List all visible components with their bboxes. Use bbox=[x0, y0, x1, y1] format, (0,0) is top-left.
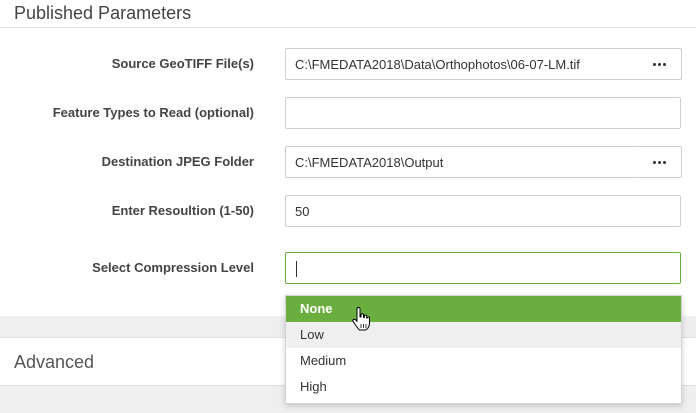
destination-folder-browse-button[interactable] bbox=[638, 146, 682, 178]
feature-types-input[interactable] bbox=[285, 97, 681, 129]
destination-folder-input[interactable]: C:\FMEDATA2018\Output bbox=[285, 146, 639, 178]
option-high[interactable]: High bbox=[286, 374, 681, 400]
option-low[interactable]: Low bbox=[286, 322, 681, 348]
advanced-section-title: Advanced bbox=[14, 352, 95, 372]
resolution-label: Enter Resoultion (1-50) bbox=[111, 203, 254, 218]
more-icon bbox=[653, 160, 666, 164]
hand-cursor-icon bbox=[352, 307, 370, 331]
compression-level-dropdown: None Low Medium High bbox=[285, 295, 682, 404]
section-divider bbox=[0, 27, 696, 28]
resolution-value: 50 bbox=[295, 204, 310, 219]
more-icon bbox=[653, 62, 666, 66]
destination-folder-label: Destination JPEG Folder bbox=[101, 154, 254, 169]
source-geotiff-browse-button[interactable] bbox=[638, 48, 682, 80]
destination-folder-value: C:\FMEDATA2018\Output bbox=[295, 155, 444, 170]
source-geotiff-input[interactable]: C:\FMEDATA2018\Data\Orthophotos\06-07-LM… bbox=[285, 48, 639, 80]
option-none[interactable]: None bbox=[286, 296, 681, 322]
section-title: Published Parameters bbox=[14, 3, 192, 23]
source-geotiff-value: C:\FMEDATA2018\Data\Orthophotos\06-07-LM… bbox=[295, 57, 580, 72]
compression-level-select[interactable] bbox=[285, 252, 681, 284]
compression-level-label: Select Compression Level bbox=[92, 260, 254, 275]
option-medium[interactable]: Medium bbox=[286, 348, 681, 374]
resolution-input[interactable]: 50 bbox=[285, 195, 681, 227]
source-geotiff-label: Source GeoTIFF File(s) bbox=[111, 56, 254, 71]
feature-types-label: Feature Types to Read (optional) bbox=[52, 105, 254, 120]
text-caret bbox=[296, 261, 297, 277]
